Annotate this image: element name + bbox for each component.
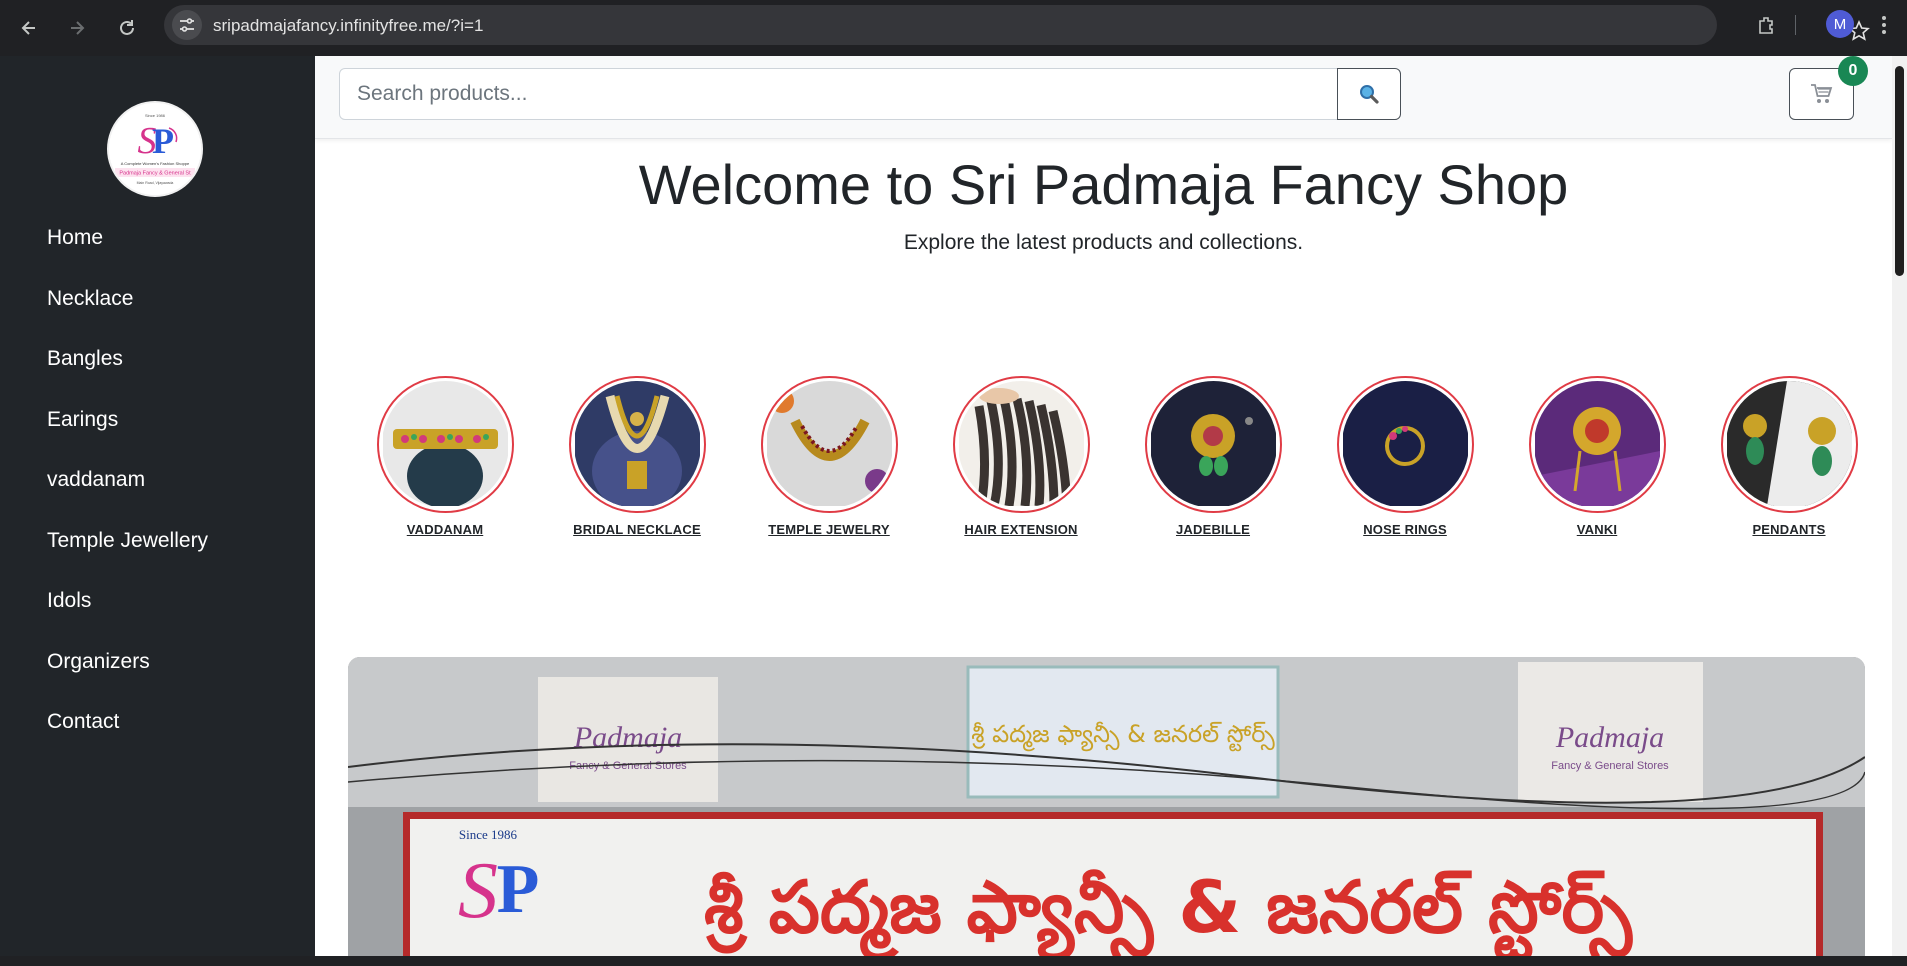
- sidebar-item-bangles[interactable]: Bangles: [47, 347, 208, 408]
- sidebar: Since 1986 S P A Complete Women's Fashio…: [0, 56, 315, 956]
- page-subtitle: Explore the latest products and collecti…: [903, 231, 1304, 254]
- category-image-pendants[interactable]: [1726, 381, 1853, 508]
- browser-chrome: sripadmajafancy.infinityfree.me/?i=1 M: [0, 0, 1907, 56]
- category-label[interactable]: VADDANAM: [370, 522, 520, 537]
- category-item-nose-rings[interactable]: NOSE RINGS: [1330, 376, 1480, 537]
- toolbar-divider: [1795, 15, 1796, 35]
- category-image-vanki[interactable]: [1534, 381, 1661, 508]
- category-image-bridal-necklace[interactable]: [574, 381, 701, 508]
- browser-bottom-edge: [0, 956, 1907, 966]
- category-image-hair-extension[interactable]: [958, 381, 1085, 508]
- reload-button[interactable]: [109, 10, 145, 46]
- sign-left-brand: Padmaja: [573, 721, 682, 754]
- sidebar-item-organizers[interactable]: Organizers: [47, 650, 208, 711]
- page-viewport: Since 1986 S P A Complete Women's Fashio…: [0, 56, 1907, 956]
- shop-logo-image: Since 1986 S P A Complete Women's Fashio…: [109, 103, 201, 195]
- top-bar: Search products... 0: [315, 56, 1892, 139]
- url-text[interactable]: sripadmajafancy.infinityfree.me/?i=1: [213, 16, 483, 36]
- category-label[interactable]: JADEBILLE: [1138, 522, 1288, 537]
- category-carousel: VADDANAM BRIDAL NECKLACE TEMPLE JEWELRY …: [370, 376, 1905, 537]
- category-label[interactable]: TEMPLE JEWELRY: [754, 522, 904, 537]
- sign-top-telugu: శ్రీ పద్మజ ఫ్యాన్సీ & జనరల్ స్టోర్స్: [971, 720, 1275, 752]
- sign-right-subtitle: Fancy & General Stores: [1551, 760, 1669, 772]
- category-item-temple-jewelry[interactable]: TEMPLE JEWELRY: [754, 376, 904, 537]
- tune-icon: [180, 18, 194, 32]
- page-scrollbar[interactable]: [1892, 56, 1907, 956]
- sidebar-item-contact[interactable]: Contact: [47, 710, 208, 771]
- profile-avatar[interactable]: M: [1826, 10, 1854, 38]
- category-item-vanki[interactable]: VANKI: [1522, 376, 1672, 537]
- category-image-nose-rings[interactable]: [1342, 381, 1469, 508]
- address-bar[interactable]: sripadmajafancy.infinityfree.me/?i=1: [164, 5, 1870, 45]
- sign-right-brand: Padmaja: [1555, 721, 1664, 754]
- category-item-vaddanam[interactable]: VADDANAM: [370, 376, 520, 537]
- back-button[interactable]: [11, 10, 47, 46]
- page-title: Welcome to Sri Padmaja Fancy Shop: [638, 153, 1569, 216]
- search-button[interactable]: [1337, 68, 1401, 120]
- shop-logo[interactable]: Since 1986 S P A Complete Women's Fashio…: [107, 101, 203, 197]
- svg-text:P: P: [152, 121, 174, 161]
- category-image-temple-jewelry[interactable]: [766, 381, 893, 508]
- browser-menu-icon[interactable]: [1872, 12, 1896, 38]
- category-item-hair-extension[interactable]: HAIR EXTENSION: [946, 376, 1096, 537]
- sidebar-item-home[interactable]: Home: [47, 226, 208, 287]
- category-image-vaddanam[interactable]: [382, 381, 509, 508]
- sidebar-item-earings[interactable]: Earings: [47, 408, 208, 469]
- svg-text:S: S: [458, 847, 498, 935]
- category-image-jadebille[interactable]: [1150, 381, 1277, 508]
- arrow-right-icon: [71, 21, 85, 35]
- arrow-left-icon: [21, 21, 35, 35]
- extensions-icon[interactable]: [1752, 10, 1782, 40]
- svg-text:A Complete Women's Fashion Sho: A Complete Women's Fashion Shoppe: [121, 161, 190, 166]
- svg-text:Main Road, Vijayawada: Main Road, Vijayawada: [137, 181, 174, 185]
- search-input[interactable]: Search products...: [339, 68, 1338, 120]
- category-item-bridal-necklace[interactable]: BRIDAL NECKLACE: [562, 376, 712, 537]
- storefront-banner-image: Padmaja Fancy & General Stores శ్రీ పద్మ…: [348, 657, 1865, 956]
- scrollbar-thumb[interactable]: [1895, 66, 1904, 276]
- svg-text:Padmaja Fancy & General St: Padmaja Fancy & General St: [119, 171, 191, 177]
- category-label[interactable]: BRIDAL NECKLACE: [562, 522, 712, 537]
- since-text: Since 1986: [459, 827, 518, 842]
- shopping-cart-icon: [1810, 84, 1832, 103]
- sign-main-telugu: శ్రీ పద్మజ ఫ్యాన్సీ & జనరల్ స్టోర్స్: [704, 865, 1634, 956]
- category-label[interactable]: VANKI: [1522, 522, 1672, 537]
- site-info-button[interactable]: [172, 10, 202, 40]
- sidebar-item-temple-jewellery[interactable]: Temple Jewellery: [47, 529, 208, 590]
- category-label[interactable]: NOSE RINGS: [1330, 522, 1480, 537]
- sidebar-item-idols[interactable]: Idols: [47, 589, 208, 650]
- category-label[interactable]: PENDANTS: [1714, 522, 1864, 537]
- svg-text:P: P: [497, 851, 540, 928]
- category-item-jadebille[interactable]: JADEBILLE: [1138, 376, 1288, 537]
- sidebar-nav: Home Necklace Bangles Earings vaddanam T…: [47, 226, 208, 771]
- svg-text:Since 1986: Since 1986: [145, 113, 166, 118]
- sidebar-item-necklace[interactable]: Necklace: [47, 287, 208, 348]
- forward-button[interactable]: [59, 10, 95, 46]
- category-item-pendants[interactable]: PENDANTS: [1714, 376, 1864, 537]
- reload-icon: [120, 20, 134, 35]
- category-label[interactable]: HAIR EXTENSION: [946, 522, 1096, 537]
- search-icon: [1360, 85, 1379, 104]
- cart-count-badge: 0: [1838, 56, 1868, 86]
- sidebar-item-vaddanam[interactable]: vaddanam: [47, 468, 208, 529]
